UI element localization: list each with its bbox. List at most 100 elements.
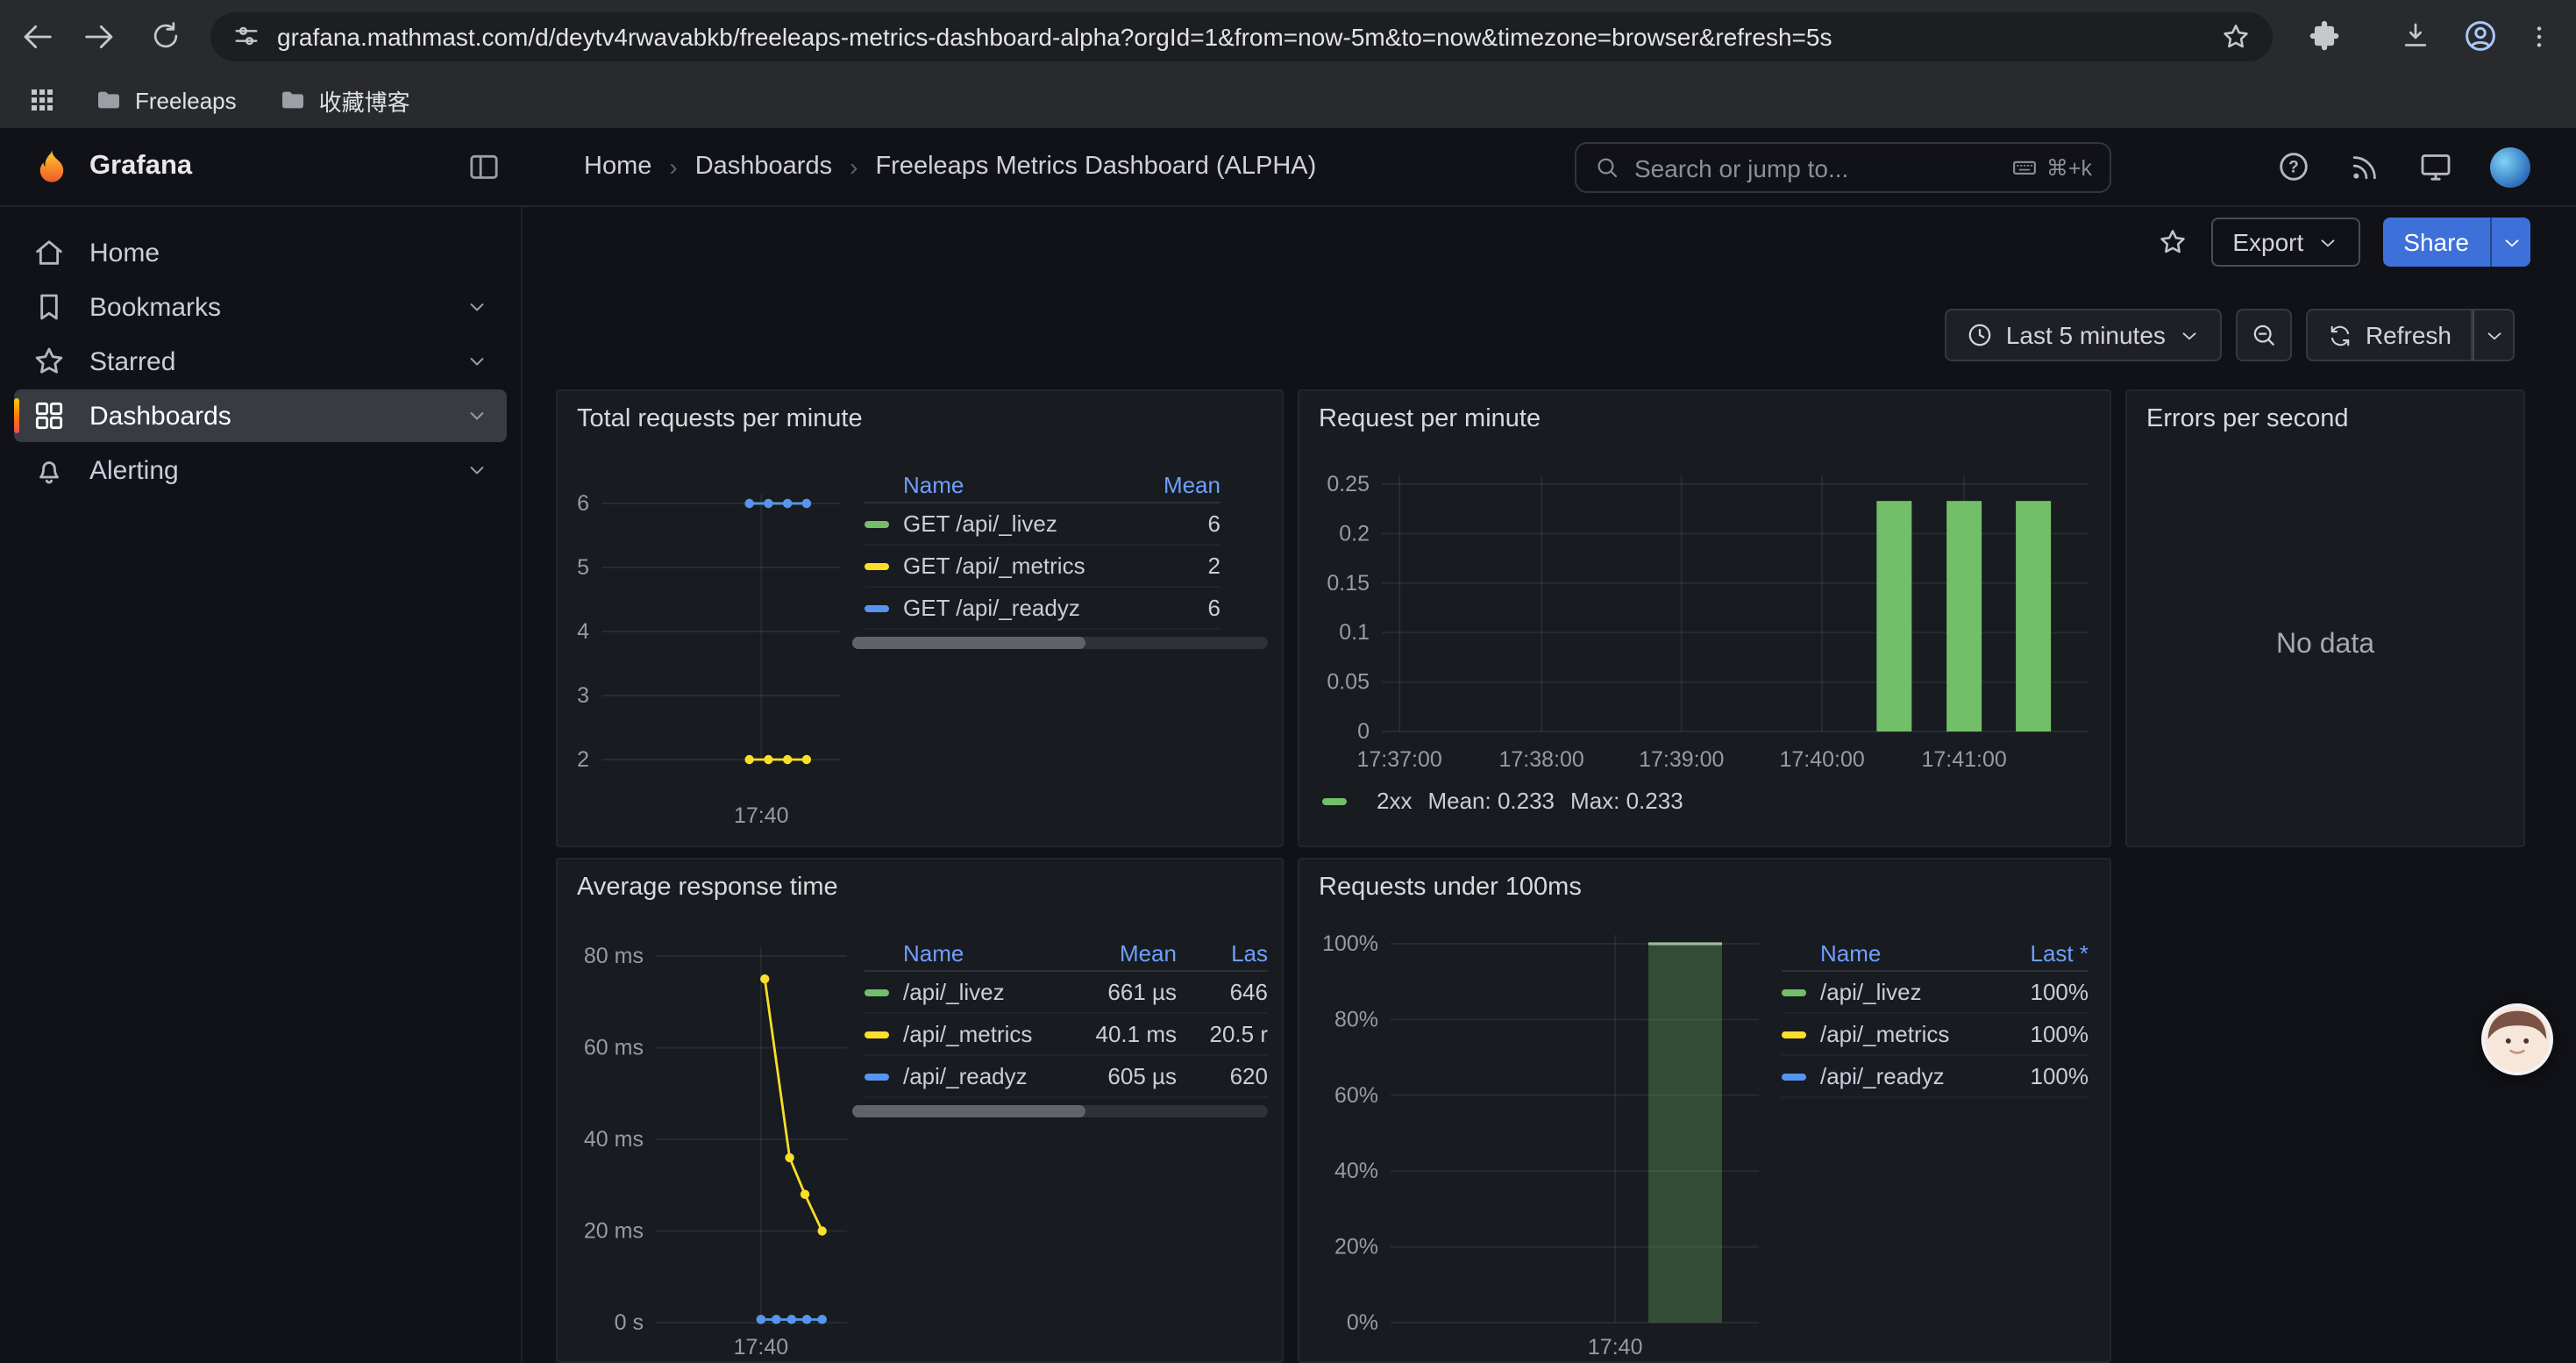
panel-requests-under-100ms: 100%80%60%40%20%0%17:40 Requests under 1…: [1298, 858, 2111, 1363]
favorite-star-icon[interactable]: [2157, 226, 2188, 258]
legend-scrollbar[interactable]: [852, 637, 1268, 649]
search-box[interactable]: ⌘+k: [1575, 142, 2111, 193]
series-name[interactable]: /api/_metrics: [1820, 1021, 1949, 1047]
zoom-out-button[interactable]: [2236, 309, 2292, 361]
svg-text:20%: 20%: [1334, 1235, 1378, 1260]
extensions-button[interactable]: [2295, 7, 2353, 65]
chevron-down-icon[interactable]: [465, 458, 489, 482]
svg-text:60%: 60%: [1334, 1083, 1378, 1108]
series-name[interactable]: /api/_livez: [1820, 979, 1922, 1005]
grafana-logo[interactable]: [32, 146, 72, 187]
search-input[interactable]: [1634, 153, 1997, 182]
legend-scrollbar-thumb[interactable]: [852, 1105, 1085, 1117]
url-input[interactable]: [277, 22, 2204, 50]
series-name[interactable]: /api/_metrics: [903, 1021, 1075, 1047]
person-icon: [2462, 18, 2499, 54]
panel-title[interactable]: Requests under 100ms: [1319, 874, 1582, 902]
column-last[interactable]: Last *: [2031, 940, 2089, 967]
rss-icon[interactable]: [2348, 150, 2381, 183]
svg-text:80%: 80%: [1334, 1007, 1378, 1031]
svg-text:4: 4: [577, 619, 589, 644]
svg-text:5: 5: [577, 555, 589, 580]
legend-scrollbar-thumb[interactable]: [852, 637, 1085, 649]
sidebar-item-starred[interactable]: Starred: [14, 335, 507, 388]
sidebar-item-alerting[interactable]: Alerting: [14, 444, 507, 496]
legend: 2xx Mean: 0.233 Max: 0.233: [1322, 788, 1683, 814]
svg-text:0 s: 0 s: [615, 1310, 644, 1335]
kebab-menu-icon: [2525, 22, 2553, 50]
brand: Grafana: [0, 128, 523, 205]
sidebar-item-dashboards[interactable]: Dashboards: [14, 389, 507, 442]
svg-text:17:40:00: 17:40:00: [1779, 747, 1864, 772]
refresh-button[interactable]: Refresh: [2306, 309, 2473, 361]
share-button[interactable]: Share: [2382, 218, 2490, 267]
chevron-down-icon: [2500, 231, 2523, 253]
column-name[interactable]: Name: [903, 940, 1075, 967]
star-icon: [32, 344, 67, 379]
share-menu-button[interactable]: [2490, 218, 2530, 267]
requests-under-100ms-chart[interactable]: 100%80%60%40%20%0%17:40: [1299, 860, 2111, 1363]
user-avatar[interactable]: [2490, 146, 2530, 187]
svg-text:17:40: 17:40: [734, 1335, 789, 1359]
download-icon: [2399, 19, 2432, 53]
svg-text:17:41:00: 17:41:00: [1921, 747, 2006, 772]
legend-scrollbar[interactable]: [852, 1105, 1268, 1117]
series-name[interactable]: GET /api/_readyz: [903, 595, 1080, 621]
series-name[interactable]: /api/_readyz: [1820, 1063, 1945, 1089]
arrow-right-icon: [80, 18, 115, 54]
bookmark-freeleaps[interactable]: Freeleaps: [81, 79, 251, 121]
reload-button[interactable]: [137, 7, 195, 65]
column-mean[interactable]: Mean: [1075, 940, 1177, 967]
chevron-down-icon[interactable]: [465, 295, 489, 319]
series-name[interactable]: /api/_livez: [903, 979, 1075, 1005]
sidebar-item-bookmarks[interactable]: Bookmarks: [14, 281, 507, 333]
column-mean[interactable]: Mean: [1163, 472, 1220, 498]
svg-text:100%: 100%: [1322, 931, 1378, 956]
profile-button[interactable]: [2451, 7, 2509, 65]
omnibox[interactable]: [210, 11, 2273, 61]
mega-menu: Home Bookmarks Starred Dashboards Alerti…: [0, 207, 523, 1363]
breadcrumb-dashboards[interactable]: Dashboards: [695, 153, 832, 181]
chevron-down-icon: [2316, 231, 2338, 253]
breadcrumb-home[interactable]: Home: [584, 153, 651, 181]
bookmark-blog[interactable]: 收藏博客: [265, 76, 424, 124]
series-color-chip: [1782, 1031, 1806, 1038]
panel-title[interactable]: Errors per second: [2146, 405, 2349, 433]
forward-button[interactable]: [68, 7, 126, 65]
panel-title[interactable]: Total requests per minute: [577, 405, 863, 433]
menu-button[interactable]: [2516, 7, 2562, 65]
series-name[interactable]: 2xx: [1377, 788, 1412, 814]
reload-icon: [149, 19, 182, 53]
brand-title: Grafana: [89, 151, 192, 182]
back-button[interactable]: [9, 7, 67, 65]
bookmark-star-icon[interactable]: [2220, 20, 2252, 52]
export-button[interactable]: Export: [2211, 218, 2359, 267]
series-name[interactable]: GET /api/_metrics: [903, 553, 1085, 579]
assistant-avatar[interactable]: [2481, 1003, 2553, 1075]
svg-text:0.05: 0.05: [1327, 670, 1370, 695]
series-name[interactable]: /api/_readyz: [903, 1063, 1075, 1089]
legend-row: /api/_readyz 100%: [1782, 1056, 2089, 1098]
panel-total-requests: 6543217:40 Total requests per minute Nam…: [556, 389, 1284, 847]
series-mean-value: 2: [1208, 553, 1220, 579]
panel-title[interactable]: Request per minute: [1319, 405, 1541, 433]
help-icon[interactable]: ?: [2276, 149, 2311, 184]
panel-title[interactable]: Average response time: [577, 874, 838, 902]
refresh-interval-button[interactable]: [2473, 309, 2515, 361]
apps-grid-button[interactable]: [18, 75, 67, 125]
series-color-chip: [865, 562, 889, 569]
time-range-picker[interactable]: Last 5 minutes: [1945, 309, 2222, 361]
downloads-button[interactable]: [2387, 7, 2444, 65]
series-name[interactable]: GET /api/_livez: [903, 510, 1057, 537]
sidebar-toggle-icon[interactable]: [466, 149, 502, 184]
column-name[interactable]: Name: [903, 472, 964, 498]
site-settings-icon[interactable]: [231, 21, 261, 51]
column-last[interactable]: Las: [1177, 940, 1268, 967]
series-last-value: 20.5 r: [1177, 1021, 1268, 1047]
chevron-down-icon[interactable]: [465, 349, 489, 374]
chevron-down-icon[interactable]: [465, 403, 489, 428]
sidebar-item-home[interactable]: Home: [14, 226, 507, 279]
column-name[interactable]: Name: [1820, 940, 1881, 967]
request-per-minute-chart[interactable]: 0.250.20.150.10.05017:37:0017:38:0017:39…: [1299, 391, 2111, 847]
monitor-icon[interactable]: [2418, 149, 2453, 184]
